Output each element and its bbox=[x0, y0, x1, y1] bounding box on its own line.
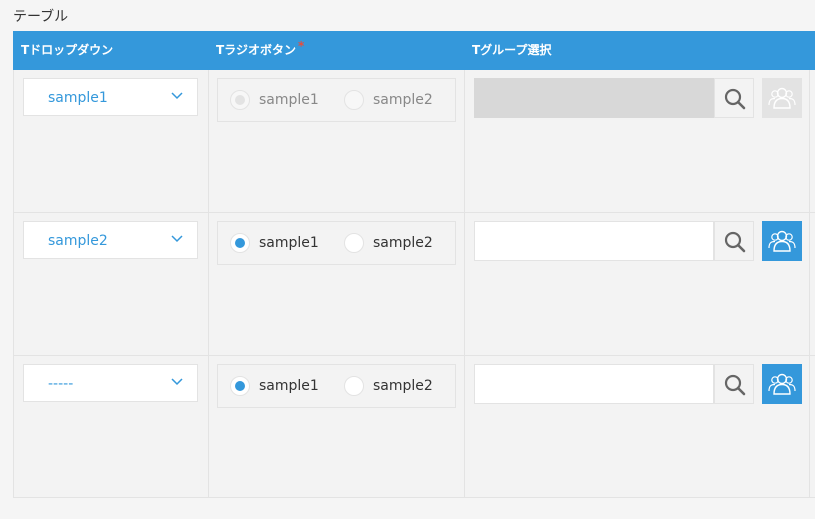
radio-label: sample2 bbox=[373, 235, 433, 251]
search-icon bbox=[724, 88, 746, 110]
extra-cell bbox=[809, 213, 815, 355]
radio-cell: sample1 sample2 bbox=[208, 70, 465, 212]
dropdown-cell: sample2 bbox=[13, 213, 209, 355]
dropdown-value: ----- bbox=[48, 376, 74, 392]
dropdown-cell: ----- bbox=[13, 356, 209, 497]
chevron-down-icon bbox=[171, 235, 183, 243]
radio-cell: sample1 sample2 bbox=[208, 213, 465, 355]
column-header-dropdown: Tドロップダウン bbox=[21, 31, 113, 70]
radio-label: sample1 bbox=[259, 378, 319, 394]
radio-option[interactable]: sample1 bbox=[230, 222, 319, 264]
group-cell bbox=[464, 70, 810, 212]
dropdown-value: sample1 bbox=[48, 90, 108, 106]
column-header-radio: Tラジオボタン * bbox=[216, 31, 304, 70]
extra-cell bbox=[809, 70, 815, 212]
page: テーブル Tドロップダウン Tラジオボタン * Tグループ選択 sample1 s… bbox=[0, 0, 815, 519]
radio-group: sample1 sample2 bbox=[217, 78, 456, 122]
radio-option[interactable]: sample1 bbox=[230, 365, 319, 407]
radio-option[interactable]: sample2 bbox=[344, 79, 433, 121]
group-input[interactable] bbox=[474, 221, 714, 261]
dropdown-cell: sample1 bbox=[13, 70, 209, 212]
group-button[interactable] bbox=[762, 78, 802, 118]
radio-circle bbox=[230, 90, 250, 110]
extra-cell bbox=[809, 356, 815, 497]
table-row: sample1 sample1 sample2 bbox=[13, 70, 815, 213]
column-header-dropdown-label: Tドロップダウン bbox=[21, 43, 114, 57]
table-header: Tドロップダウン Tラジオボタン * Tグループ選択 bbox=[13, 31, 815, 70]
radio-circle bbox=[344, 233, 364, 253]
group-cell bbox=[464, 213, 810, 355]
radio-label: sample2 bbox=[373, 92, 433, 108]
column-header-group-label: Tグループ選択 bbox=[472, 43, 552, 57]
group-icon bbox=[768, 87, 796, 109]
group-icon bbox=[768, 230, 796, 252]
group-cell bbox=[464, 356, 810, 497]
dropdown-select[interactable]: sample1 bbox=[23, 78, 198, 116]
radio-circle bbox=[344, 90, 364, 110]
radio-label: sample1 bbox=[259, 235, 319, 251]
table-row: sample2 sample1 sample2 bbox=[13, 213, 815, 356]
subtable: Tドロップダウン Tラジオボタン * Tグループ選択 sample1 sample… bbox=[13, 31, 815, 498]
group-icon bbox=[768, 373, 796, 395]
radio-group: sample1 sample2 bbox=[217, 221, 456, 265]
group-input[interactable] bbox=[474, 78, 714, 118]
search-button[interactable] bbox=[714, 364, 754, 404]
column-header-radio-label: Tラジオボタン bbox=[216, 43, 296, 57]
search-button[interactable] bbox=[714, 221, 754, 261]
radio-option[interactable]: sample1 bbox=[230, 79, 319, 121]
chevron-down-icon bbox=[171, 378, 183, 386]
dropdown-select[interactable]: sample2 bbox=[23, 221, 198, 259]
radio-option[interactable]: sample2 bbox=[344, 222, 433, 264]
group-button[interactable] bbox=[762, 364, 802, 404]
group-button[interactable] bbox=[762, 221, 802, 261]
radio-group: sample1 sample2 bbox=[217, 364, 456, 408]
radio-cell: sample1 sample2 bbox=[208, 356, 465, 497]
search-icon bbox=[724, 231, 746, 253]
radio-option[interactable]: sample2 bbox=[344, 365, 433, 407]
section-title: テーブル bbox=[13, 9, 69, 25]
dropdown-select[interactable]: ----- bbox=[23, 364, 198, 402]
table-row: ----- sample1 sample2 bbox=[13, 356, 815, 498]
search-button[interactable] bbox=[714, 78, 754, 118]
radio-circle bbox=[344, 376, 364, 396]
column-header-group: Tグループ選択 bbox=[472, 31, 551, 70]
group-input[interactable] bbox=[474, 364, 714, 404]
radio-circle bbox=[230, 376, 250, 396]
dropdown-value: sample2 bbox=[48, 233, 108, 249]
search-icon bbox=[724, 374, 746, 396]
radio-label: sample2 bbox=[373, 378, 433, 394]
chevron-down-icon bbox=[171, 92, 183, 100]
required-mark: * bbox=[297, 39, 305, 53]
radio-circle bbox=[230, 233, 250, 253]
radio-label: sample1 bbox=[259, 92, 319, 108]
